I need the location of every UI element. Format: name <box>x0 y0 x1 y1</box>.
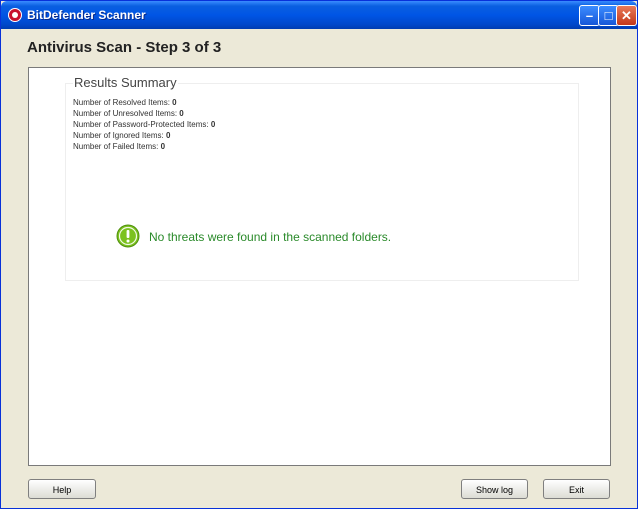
stat-label: Number of Resolved Items: <box>73 98 170 107</box>
title-bar[interactable]: BitDefender Scanner – □ ✕ <box>1 1 637 29</box>
stat-label: Number of Unresolved Items: <box>73 109 178 118</box>
close-button[interactable]: ✕ <box>616 5 637 26</box>
scan-status-message: No threats were found in the scanned fol… <box>149 230 392 244</box>
stat-resolved: Number of Resolved Items: 0 <box>73 98 177 107</box>
stat-value: 0 <box>172 98 177 107</box>
success-exclamation-icon <box>116 224 140 248</box>
stat-label: Number of Password-Protected Items: <box>73 120 209 129</box>
minimize-icon: – <box>585 8 594 23</box>
stat-failed: Number of Failed Items: 0 <box>73 142 165 151</box>
stat-value: 0 <box>210 120 216 129</box>
stat-value: 0 <box>160 142 166 151</box>
window-title: BitDefender Scanner <box>27 8 146 22</box>
bitdefender-logo-icon <box>8 8 22 22</box>
stat-label: Number of Ignored Items: <box>73 131 164 140</box>
stat-password-protected: Number of Password-Protected Items: 0 <box>73 120 215 129</box>
stat-ignored: Number of Ignored Items: 0 <box>73 131 170 140</box>
minimize-button[interactable]: – <box>579 5 600 26</box>
results-summary-box: Results Summary Number of Resolved Items… <box>65 75 579 281</box>
close-icon: ✕ <box>621 8 632 23</box>
page-title: Antivirus Scan - Step 3 of 3 <box>27 39 222 56</box>
help-button[interactable]: Help <box>28 479 96 499</box>
stat-value: 0 <box>179 109 184 118</box>
stat-value: 0 <box>165 131 171 140</box>
results-summary-title: Results Summary <box>73 75 178 90</box>
exit-button[interactable]: Exit <box>543 479 610 499</box>
scanner-window: BitDefender Scanner – □ ✕ Antivirus Scan… <box>0 0 638 509</box>
stat-label: Number of Failed Items: <box>73 142 159 151</box>
results-panel: Results Summary Number of Resolved Items… <box>28 67 611 466</box>
show-log-button[interactable]: Show log <box>461 479 528 499</box>
stat-unresolved: Number of Unresolved Items: 0 <box>73 109 184 118</box>
